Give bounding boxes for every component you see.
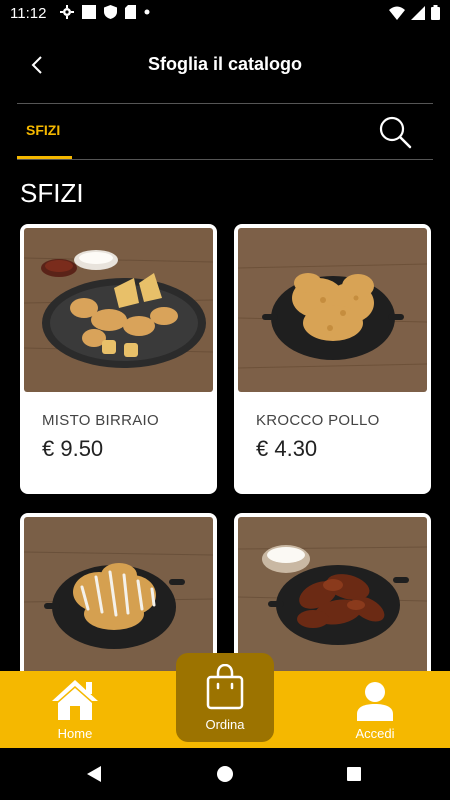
product-image xyxy=(238,228,427,392)
nav-home-label: Home xyxy=(57,726,93,741)
page-title: Sfoglia il catalogo xyxy=(147,54,303,74)
recents-square-icon[interactable] xyxy=(346,766,362,782)
product-name: MISTO BIRRAIO xyxy=(42,412,159,429)
back-triangle-icon[interactable] xyxy=(86,765,102,783)
settings-icon xyxy=(60,5,74,19)
tab-sfizi[interactable]: SFIZI xyxy=(17,104,72,160)
product-card[interactable]: MISTO BIRRAIO € 9.50 xyxy=(20,224,217,494)
system-navigation-bar xyxy=(0,748,450,800)
user-icon xyxy=(357,682,393,721)
shield-icon xyxy=(104,5,117,19)
battery-icon xyxy=(431,5,440,20)
search-icon xyxy=(379,116,412,149)
category-tab-bar: SFIZI xyxy=(17,104,433,160)
nav-order-button[interactable]: Ordina xyxy=(176,653,274,742)
product-name: KROCCO POLLO xyxy=(256,412,380,429)
tab-label: SFIZI xyxy=(26,122,61,138)
home-circle-icon[interactable] xyxy=(216,765,234,783)
dot-icon xyxy=(144,9,150,15)
product-price: € 9.50 xyxy=(42,436,104,461)
nav-login-button[interactable]: Accedi xyxy=(325,671,425,748)
nav-home-button[interactable]: Home xyxy=(25,671,125,748)
home-icon xyxy=(52,680,98,720)
app-header: Sfoglia il catalogo xyxy=(0,40,450,90)
sd-card-icon xyxy=(125,5,136,19)
shopping-bag-icon xyxy=(206,664,244,710)
product-image xyxy=(24,228,213,392)
nav-login-label: Accedi xyxy=(355,726,395,741)
product-card[interactable]: KROCCO POLLO € 4.30 xyxy=(234,224,431,494)
search-button[interactable] xyxy=(377,114,413,150)
square-icon xyxy=(82,5,96,19)
signal-icon xyxy=(411,5,425,20)
status-time: 11:12 xyxy=(10,5,47,22)
nav-order-label: Ordina xyxy=(205,717,245,732)
status-bar: 11:12 xyxy=(0,0,450,28)
product-price: € 4.30 xyxy=(256,436,318,461)
tabs-divider xyxy=(17,159,433,160)
wifi-icon xyxy=(389,6,405,20)
section-title: SFIZI xyxy=(20,178,84,208)
